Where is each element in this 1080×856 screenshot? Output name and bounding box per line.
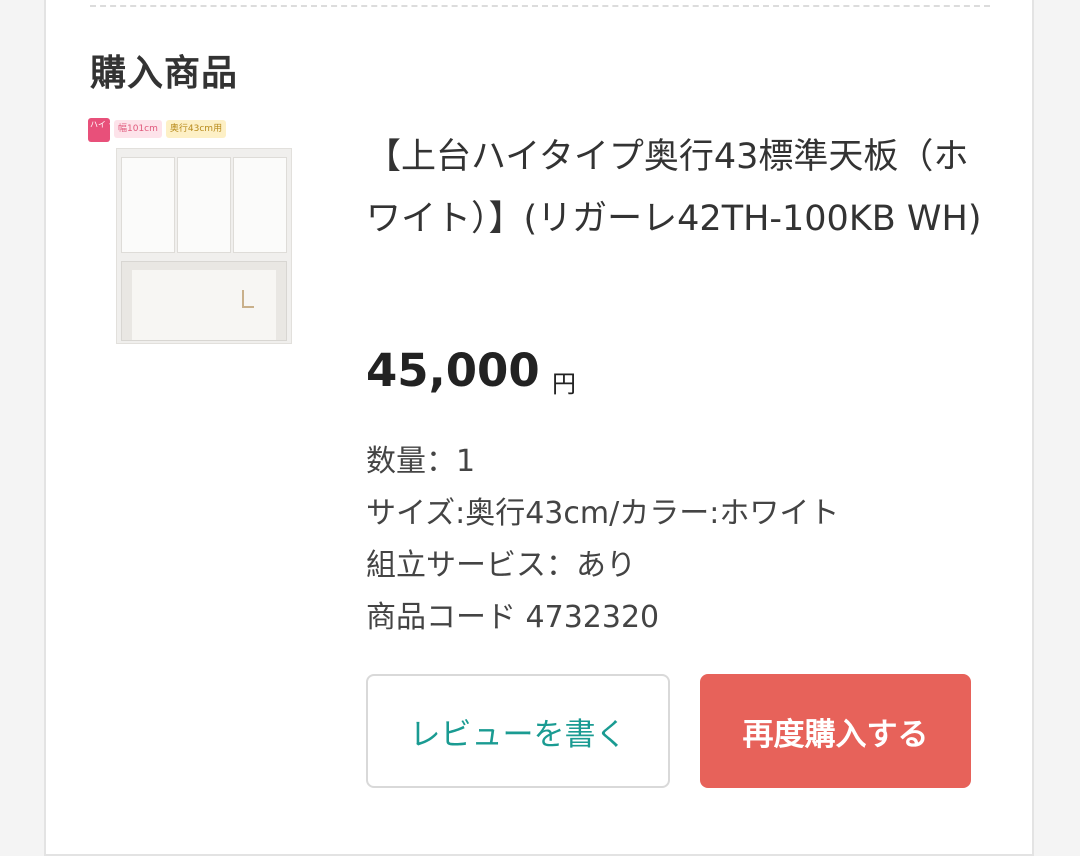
product-image[interactable]: ハイ タイプ 幅101cm 奥行43cm用 [88, 118, 294, 344]
rebuy-button[interactable]: 再度購入する [700, 674, 971, 788]
assembly-text: 組立サービス：あり [366, 548, 636, 583]
section-title: 購入商品 [90, 53, 239, 94]
product-name[interactable]: 【上台ハイタイプ奥行43標準天板（ホワイト）】(リガーレ42TH-100KB W… [366, 126, 986, 250]
badge-depth: 奥行43cm用 [165, 120, 227, 138]
product-badges: ハイ タイプ 幅101cm 奥行43cm用 [88, 118, 227, 142]
cabinet-illustration [116, 148, 292, 344]
badge-type: ハイ タイプ [88, 118, 132, 142]
size-color-text: サイズ:奥行43cm/カラー:ホワイト [366, 496, 840, 531]
write-review-button[interactable]: レビューを書く [366, 674, 670, 788]
price-unit: 円 [552, 370, 576, 398]
product-price: 45,000 [366, 344, 540, 397]
product-details: 数量：1 サイズ:奥行43cm/カラー:ホワイト 組立サービス：あり 商品コード… [366, 436, 839, 644]
product-code-text: 商品コード 4732320 [366, 600, 660, 635]
dashed-divider [90, 5, 990, 7]
quantity-text: 数量：1 [366, 444, 476, 479]
badge-width: 幅101cm [114, 120, 162, 138]
